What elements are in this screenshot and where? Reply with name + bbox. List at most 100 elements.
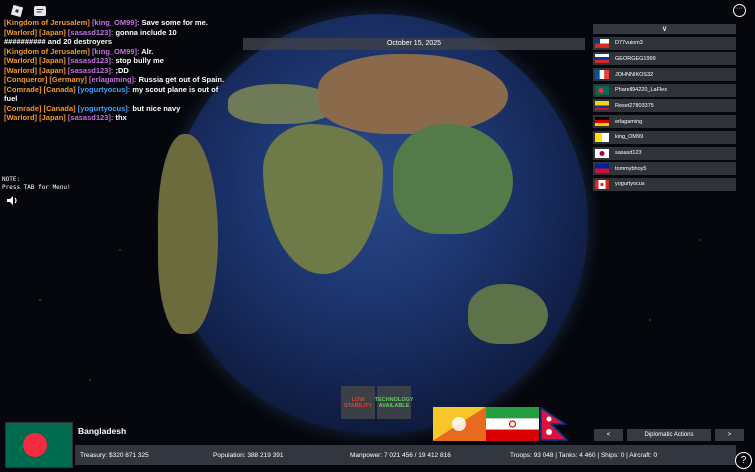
player-name: Pharell94220_LaFlex: [615, 87, 667, 94]
land-africa-edge: [158, 134, 218, 334]
player-name: yogurtyocus: [615, 181, 645, 188]
neighbor-flags: [433, 407, 592, 441]
chat-message: [Warlord] [Japan] [sasasd123]: thx: [4, 113, 244, 123]
low-stability-badge[interactable]: LOW STABILITY: [341, 386, 375, 419]
chat-username[interactable]: [king_OM99]:: [92, 18, 140, 27]
chat-tag: [Warlord] [Japan]: [4, 65, 66, 75]
note-title: NOTE:: [2, 176, 21, 183]
speaker-icon[interactable]: [6, 195, 19, 206]
player-row[interactable]: Reset27803375: [593, 99, 736, 113]
player-name: tommybhoy5: [615, 165, 647, 172]
chat-tag: [Comrade] [Canada]: [4, 84, 76, 94]
chat-log: [Kingdom of Jerusalem] [king_OM99]: Save…: [4, 18, 244, 123]
player-name: D77vuiom3: [615, 40, 643, 47]
player-flag-icon: [595, 148, 609, 158]
population-stat: Population: 388 219 391: [213, 452, 284, 459]
chat-text: ;DD: [115, 65, 129, 75]
chat-icon[interactable]: [33, 5, 47, 18]
chat-message: [Warlord] [Japan] [sasasd123]: gonna inc…: [4, 28, 244, 38]
chat-tag: [Warlord] [Japan]: [4, 27, 66, 37]
player-flag-icon: [595, 101, 609, 111]
player-flag-icon: [595, 117, 609, 127]
player-name: GEORGEG1999: [615, 55, 656, 62]
chat-text: my scout plane is out of: [132, 84, 219, 94]
player-name: JOHNNIKOS32: [615, 71, 654, 78]
nepal-flag-icon[interactable]: [539, 407, 592, 441]
player-row[interactable]: king_OM99: [593, 130, 736, 144]
player-row[interactable]: JOHNNIKOS32: [593, 68, 736, 82]
chat-username[interactable]: [sasasd123]:: [68, 66, 113, 75]
chat-text: stop bully me: [115, 56, 164, 65]
chat-tag: [Kingdom of Jerusalem]: [4, 46, 90, 56]
chat-message: fuel: [4, 94, 244, 104]
player-flag-icon: [595, 164, 609, 174]
player-row[interactable]: yogurtyocus: [593, 177, 736, 191]
menu-dots-icon[interactable]: ···: [733, 4, 746, 17]
player-list: ∨ D77vuiom3 GEORGEG1999 JOHNNIKOS32 Pharell…: [593, 24, 736, 191]
chat-text: fuel: [4, 94, 18, 103]
player-name: king_OM99: [615, 134, 644, 141]
player-row[interactable]: GEORGEG1999: [593, 52, 736, 66]
chat-username[interactable]: [yogurtyocus]:: [78, 85, 131, 94]
player-row[interactable]: sasasd123: [593, 146, 736, 160]
player-name: erlagaming: [615, 118, 643, 125]
chat-text: gonna include 10: [115, 27, 177, 37]
stats-bar: Treasury: $320 871 325 Population: 388 2…: [75, 445, 736, 465]
chat-message: [Conqueror] [Germany] [erlagaming]: Russ…: [4, 75, 244, 85]
bhutan-flag-icon[interactable]: [433, 407, 486, 441]
manpower-stat: Manpower: 7 021 456 / 19 412 816: [350, 452, 451, 459]
chat-tag: [Kingdom of Jerusalem]: [4, 18, 90, 27]
chat-tag: [Warlord] [Japan]: [4, 56, 66, 65]
note-text: NOTE: Press TAB for Menu!: [2, 176, 71, 192]
chat-username[interactable]: [sasasd123]:: [68, 113, 113, 122]
player-row[interactable]: tommybhoy5: [593, 162, 736, 176]
land-indonesia: [468, 284, 548, 344]
chat-message: [Comrade] [Canada] [yogurtyocus]: but ni…: [4, 104, 244, 114]
note-message: Press TAB for Menu!: [2, 184, 71, 191]
player-flag-icon: [595, 85, 609, 95]
chat-text: Save some for me.: [141, 18, 208, 27]
player-name: Reset27803375: [615, 102, 654, 109]
chat-message: [Kingdom of Jerusalem] [king_OM99]: Save…: [4, 18, 244, 28]
chat-message: [Kingdom of Jerusalem] [king_OM99]: Alr.: [4, 47, 244, 57]
chat-tag: [Conqueror] [Germany]: [4, 75, 87, 84]
player-flag-icon: [595, 179, 609, 189]
bangladesh-flag-icon[interactable]: [5, 422, 73, 468]
land-southeast-asia: [393, 124, 513, 234]
chat-text: thx: [115, 113, 127, 122]
player-flag-icon: [595, 132, 609, 142]
chat-username[interactable]: [erlagaming]:: [89, 75, 137, 84]
diplomacy-next-button[interactable]: >: [715, 429, 744, 441]
land-india: [263, 124, 383, 274]
player-flag-icon: [595, 54, 609, 64]
chat-username[interactable]: [yogurtyocus]:: [78, 104, 131, 113]
chat-tag: [Warlord] [Japan]: [4, 113, 66, 122]
chat-username[interactable]: [sasasd123]:: [68, 56, 113, 65]
player-flag-icon: [595, 70, 609, 80]
treasury-stat: Treasury: $320 871 325: [80, 452, 149, 459]
chat-text: Alr.: [141, 46, 154, 56]
iran-flag-icon[interactable]: [486, 407, 539, 441]
country-name: Bangladesh: [78, 426, 127, 436]
chat-text: ########## and 20 destroyers: [4, 37, 112, 46]
player-name: sasasd123: [615, 150, 642, 156]
chat-text: but nice navy: [132, 103, 181, 113]
roblox-logo-icon[interactable]: [10, 5, 24, 18]
technology-available-badge[interactable]: TECHNOLOGY AVAILABLE: [375, 386, 413, 419]
player-row[interactable]: D77vuiom3: [593, 36, 736, 50]
player-list-collapse-button[interactable]: ∨: [593, 24, 736, 34]
land-central-asia: [318, 54, 508, 134]
chat-username[interactable]: [king_OM99]:: [92, 47, 140, 56]
diplomatic-actions-button[interactable]: Diplomatic Actions: [627, 429, 711, 441]
player-flag-icon: [595, 38, 609, 48]
chat-tag: [Comrade] [Canada]: [4, 103, 76, 113]
chat-message: ########## and 20 destroyers: [4, 37, 244, 47]
chat-message: [Warlord] [Japan] [sasasd123]: stop bull…: [4, 56, 244, 66]
diplomacy-prev-button[interactable]: <: [594, 429, 623, 441]
chat-message: [Warlord] [Japan] [sasasd123]: ;DD: [4, 66, 244, 76]
player-row[interactable]: Pharell94220_LaFlex: [593, 83, 736, 97]
date-display: October 15, 2025: [243, 38, 585, 50]
help-icon[interactable]: ?: [735, 452, 752, 469]
chat-username[interactable]: [sasasd123]:: [68, 28, 113, 37]
player-row[interactable]: erlagaming: [593, 115, 736, 129]
